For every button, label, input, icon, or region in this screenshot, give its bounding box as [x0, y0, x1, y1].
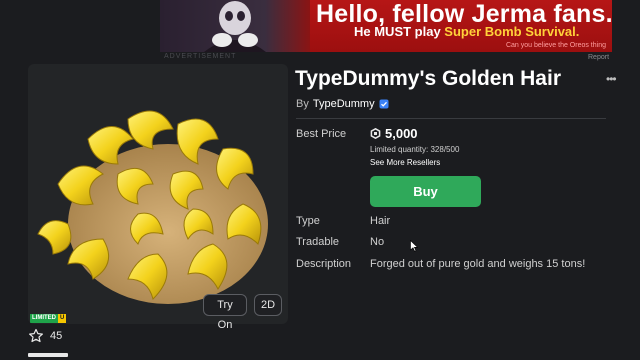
favorite-row[interactable]: 45	[28, 328, 62, 344]
mouse-cursor-icon	[410, 240, 418, 252]
description-label: Description	[296, 258, 352, 270]
more-options-icon[interactable]: •••	[606, 72, 617, 86]
see-more-resellers-link[interactable]: See More Resellers	[370, 158, 440, 167]
price-row: 5,000	[370, 126, 418, 141]
item-thumbnail[interactable]: LIMITED U	[28, 64, 288, 324]
view-2d-button[interactable]: 2D	[254, 294, 282, 316]
limited-label: LIMITED	[30, 314, 58, 323]
favorite-count: 45	[50, 330, 63, 342]
try-on-button[interactable]: Try On	[203, 294, 247, 331]
creator-byline: By TypeDummy	[296, 98, 389, 110]
tradable-label: Tradable	[296, 236, 340, 248]
ad-fine-print: Can you believe the Oreos thing	[505, 42, 606, 49]
robux-icon	[370, 128, 381, 139]
type-value: Hair	[370, 215, 391, 227]
price-value: 5,000	[385, 126, 418, 141]
description-value: Forged out of pure gold and weighs 15 to…	[370, 258, 586, 270]
title-divider	[296, 118, 606, 119]
ad-subline-highlight: Super Bomb Survival.	[444, 24, 580, 39]
ad-banner[interactable]: Hello, fellow Jerma fans. He MUST play S…	[160, 0, 612, 52]
by-prefix: By	[296, 98, 309, 110]
tradable-value: No	[370, 236, 385, 248]
limited-quantity: Limited quantity: 328/500	[370, 145, 460, 154]
best-price-label: Best Price	[296, 128, 347, 140]
buy-button[interactable]: Buy	[370, 176, 481, 207]
ad-subline: He MUST play Super Bomb Survival.	[354, 24, 579, 39]
next-section-heading	[28, 353, 68, 357]
ad-subline-start: He MUST play	[354, 24, 445, 39]
limited-unique-badge: LIMITED U	[30, 314, 67, 323]
star-icon[interactable]	[28, 328, 44, 344]
ad-label: ADVERTISEMENT	[164, 53, 237, 60]
report-ad-link[interactable]: Report	[588, 54, 609, 61]
ad-portrait-image	[160, 0, 310, 52]
verified-badge-icon	[379, 99, 389, 109]
item-title: TypeDummy's Golden Hair	[295, 67, 561, 90]
unique-label: U	[58, 314, 67, 323]
type-label: Type	[296, 215, 320, 227]
golden-hair-image	[37, 110, 268, 304]
creator-link[interactable]: TypeDummy	[313, 98, 375, 110]
